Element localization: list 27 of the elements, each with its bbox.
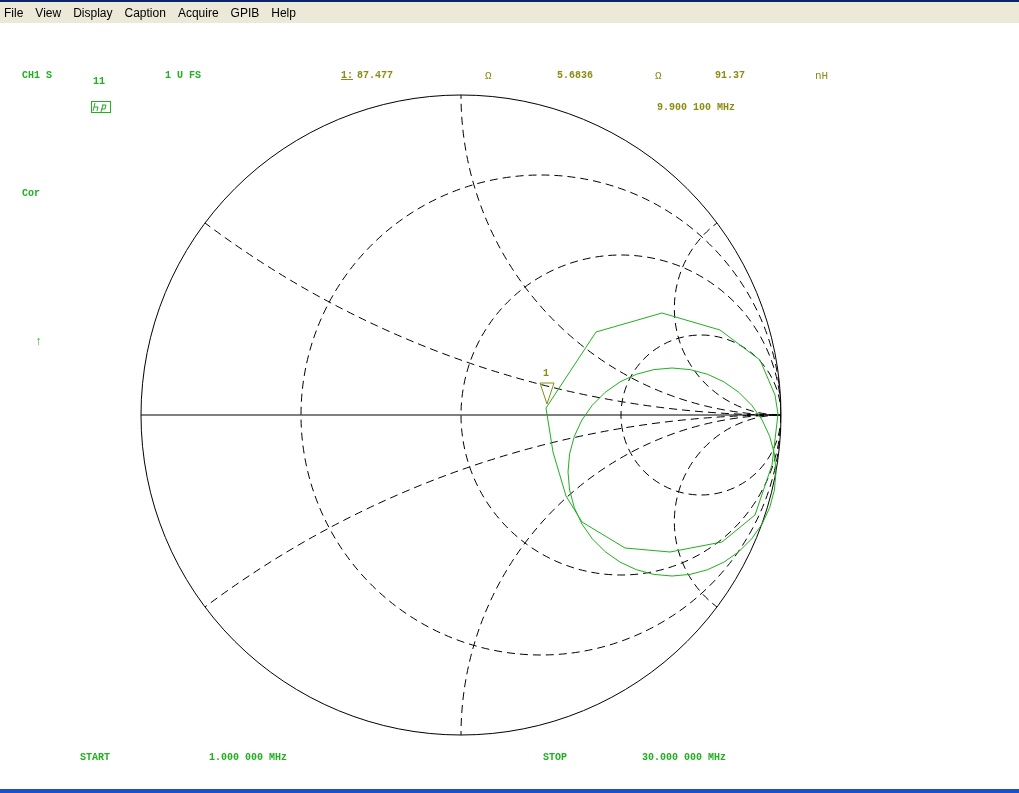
marker-frequency: 9.900 100 MHz xyxy=(657,103,735,113)
unit-label: Ω xyxy=(655,71,662,82)
start-label: START xyxy=(80,753,110,763)
stop-frequency: 30.000 000 MHz xyxy=(642,753,726,763)
menu-item[interactable]: View xyxy=(35,3,62,22)
channel-label: CH1 S xyxy=(22,71,52,81)
stop-label: STOP xyxy=(543,753,567,763)
arrow-symbol: ↑ xyxy=(35,336,43,348)
menu-item[interactable]: Display xyxy=(73,3,113,22)
marker-triangle-icon xyxy=(539,382,555,405)
marker-number: 1 xyxy=(543,369,549,379)
menu-item[interactable]: Help xyxy=(271,3,296,22)
marker-label: 1: xyxy=(341,71,353,81)
parameter-index: 11 xyxy=(93,77,105,87)
unit-label: nH xyxy=(815,71,829,82)
marker-reading: 87.477 xyxy=(357,71,393,81)
unit-label: Ω xyxy=(485,71,492,82)
menu-item[interactable]: Acquire xyxy=(177,3,219,22)
menu-item[interactable]: GPIB xyxy=(230,3,260,22)
logo-icon xyxy=(91,101,111,113)
correction-label: Cor xyxy=(22,189,40,199)
scale-label: 1 U FS xyxy=(165,71,201,81)
marker-reading: 91.37 xyxy=(715,71,745,81)
start-frequency: 1.000 000 MHz xyxy=(209,753,287,763)
menu-item[interactable]: Caption xyxy=(124,3,166,22)
menu-item[interactable]: File xyxy=(4,3,24,22)
marker-reading: 5.6836 xyxy=(557,71,593,81)
